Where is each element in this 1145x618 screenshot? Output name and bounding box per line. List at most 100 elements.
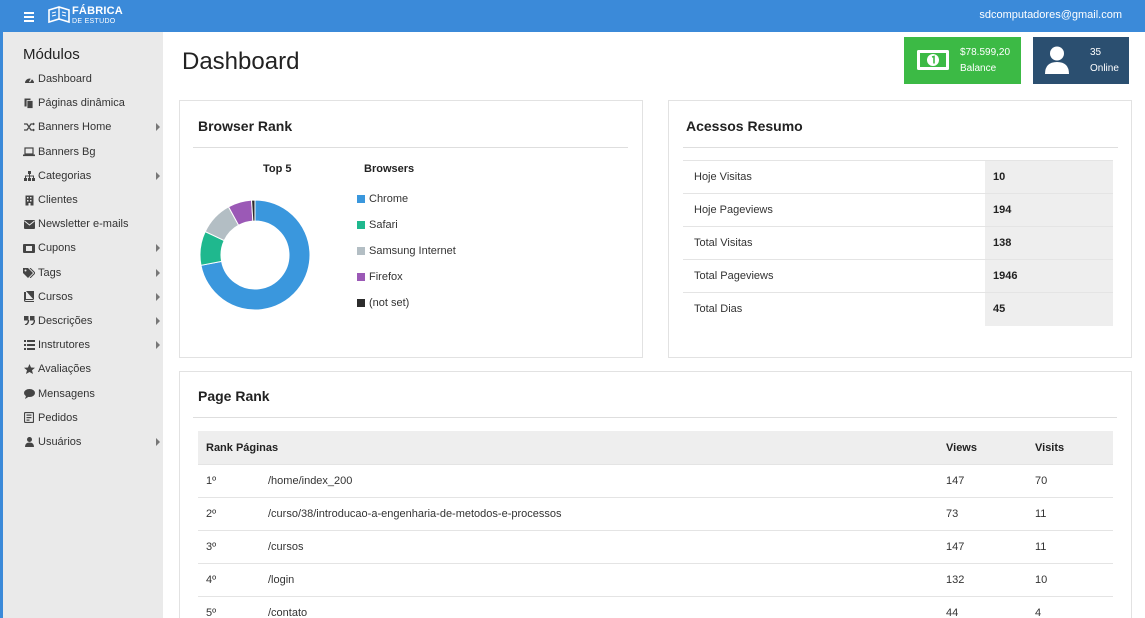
laptop-icon: [23, 147, 35, 157]
acessos-label: Total Dias: [694, 303, 743, 315]
table-row: 1º /home/index_200 147 70: [198, 464, 1113, 497]
sitemap-icon: [23, 170, 35, 181]
acessos-label: Hoje Pageviews: [694, 204, 773, 216]
legend-item[interactable]: Firefox: [357, 271, 403, 283]
chevron-right-icon: [156, 437, 160, 446]
sidebar-item-categorias[interactable]: Categorias: [23, 164, 163, 188]
balance-value: $78.599,20: [960, 47, 1011, 58]
page-cell: /home/index_200: [268, 475, 353, 487]
chevron-right-icon: [156, 171, 160, 180]
sidebar-item-label: Cursos: [38, 290, 73, 303]
logo-line1: FÁBRICA: [72, 4, 123, 17]
legend-item[interactable]: Samsung Internet: [357, 245, 456, 257]
dashboard-icon: [23, 74, 35, 84]
sidebar-item-label: Descrições: [38, 314, 93, 327]
legend-item[interactable]: Chrome: [357, 193, 408, 205]
chevron-right-icon: [156, 316, 160, 325]
book-icon: [23, 291, 35, 303]
online-stat[interactable]: 35 Online: [1033, 37, 1129, 84]
sidebar-item-label: Tags: [38, 266, 62, 279]
sidebar-item-tags[interactable]: Tags: [23, 261, 163, 285]
legend-label: (not set): [369, 297, 410, 309]
shuffle-icon: [23, 122, 35, 132]
sidebar-item-cupons[interactable]: Cupons: [23, 236, 163, 260]
sidebar-item-usuarios[interactable]: Usuários: [23, 430, 163, 454]
logo[interactable]: FÁBRICA DE ESTUDO: [48, 4, 123, 26]
browser-donut-chart: [199, 199, 311, 311]
user-email-link[interactable]: sdcomputadores@gmail.com: [979, 9, 1122, 21]
legend-label: Samsung Internet: [369, 245, 456, 257]
logo-line2: DE ESTUDO: [72, 17, 116, 25]
visits-cell: 10: [1035, 574, 1048, 586]
sidebar-item-clientes[interactable]: Clientes: [23, 188, 163, 212]
sidebar-item-label: Usuários: [38, 435, 82, 448]
sidebar-item-newsletter[interactable]: Newsletter e-mails: [23, 212, 163, 236]
star-icon: [23, 364, 35, 375]
sidebar-item-pedidos[interactable]: Pedidos: [23, 406, 163, 430]
rank-cell: 3º: [206, 541, 217, 553]
header-views[interactable]: Views: [946, 442, 977, 454]
comment-icon: [23, 388, 35, 399]
acessos-label: Hoje Visitas: [694, 171, 752, 183]
chevron-right-icon: [156, 123, 160, 132]
page-rank-title: Page Rank: [198, 388, 270, 404]
views-cell: 147: [946, 475, 965, 487]
building-icon: [23, 195, 35, 206]
sidebar-title: Módulos: [23, 46, 80, 63]
legend-title: Browsers: [364, 163, 415, 175]
panel-divider: [193, 147, 628, 148]
sidebar-item-dashboard[interactable]: Dashboard: [23, 67, 163, 91]
legend-item[interactable]: (not set): [357, 297, 409, 309]
sidebar-item-label: Instrutores: [38, 339, 90, 352]
sidebar-item-instrutores[interactable]: Instrutores: [23, 333, 163, 357]
sidebar-item-paginas[interactable]: Páginas dinâmica: [23, 91, 163, 115]
sidebar-item-cursos[interactable]: Cursos: [23, 285, 163, 309]
legend-swatch: [357, 299, 365, 307]
views-cell: 44: [946, 607, 959, 618]
legend-swatch: [357, 247, 365, 255]
header-visits[interactable]: Visits: [1035, 442, 1064, 454]
legend-swatch: [357, 195, 365, 203]
sidebar-item-label: Avaliações: [38, 363, 91, 376]
balance-stat[interactable]: $78.599,20 Balance: [904, 37, 1021, 84]
legend-swatch: [357, 273, 365, 281]
sidebar-item-label: Mensagens: [38, 387, 95, 400]
acessos-value: 1946: [985, 260, 1113, 293]
list-icon: [23, 340, 35, 351]
visits-cell: 70: [1035, 475, 1048, 487]
page-cell: /login: [268, 574, 295, 586]
views-cell: 147: [946, 541, 965, 553]
page-rank-header: Rank Páginas Views Visits: [198, 431, 1113, 464]
sidebar-item-banners-bg[interactable]: Banners Bg: [23, 140, 163, 164]
visits-cell: 11: [1035, 508, 1047, 520]
hamburger-menu-icon[interactable]: [24, 9, 36, 23]
header-rank-pages[interactable]: Rank Páginas: [206, 442, 278, 454]
sidebar-item-banners-home[interactable]: Banners Home: [23, 115, 163, 139]
visits-cell: 4: [1035, 607, 1042, 618]
envelope-icon: [23, 219, 35, 229]
views-cell: 132: [946, 574, 965, 586]
legend-item[interactable]: Safari: [357, 219, 398, 231]
acessos-row: Total Dias 45: [683, 292, 1113, 326]
sidebar-nav: Dashboard Páginas dinâmica Banners Home …: [23, 67, 163, 454]
chevron-right-icon: [156, 244, 160, 253]
rank-cell: 1º: [206, 475, 217, 487]
online-label: Online: [1090, 63, 1119, 74]
sidebar-item-label: Clientes: [38, 194, 78, 207]
sidebar-item-avaliacoes[interactable]: Avaliações: [23, 357, 163, 381]
rank-cell: 2º: [206, 508, 217, 520]
page-cell: /contato: [268, 607, 308, 618]
table-row: 2º /curso/38/introducao-a-engenharia-de-…: [198, 497, 1113, 530]
online-value: 35: [1090, 47, 1102, 58]
chart-title: Top 5: [263, 163, 292, 175]
legend-label: Firefox: [369, 271, 403, 283]
ticket-icon: [23, 243, 35, 253]
sidebar-item-mensagens[interactable]: Mensagens: [23, 381, 163, 405]
sidebar-item-label: Newsletter e-mails: [38, 218, 129, 231]
top-bar: FÁBRICA DE ESTUDO sdcomputadores@gmail.c…: [0, 0, 1145, 32]
sidebar-item-descricoes[interactable]: Descrições: [23, 309, 163, 333]
user-icon: [23, 436, 35, 447]
visits-cell: 11: [1035, 541, 1047, 553]
acessos-label: Total Pageviews: [694, 270, 774, 282]
panel-divider: [193, 417, 1117, 418]
